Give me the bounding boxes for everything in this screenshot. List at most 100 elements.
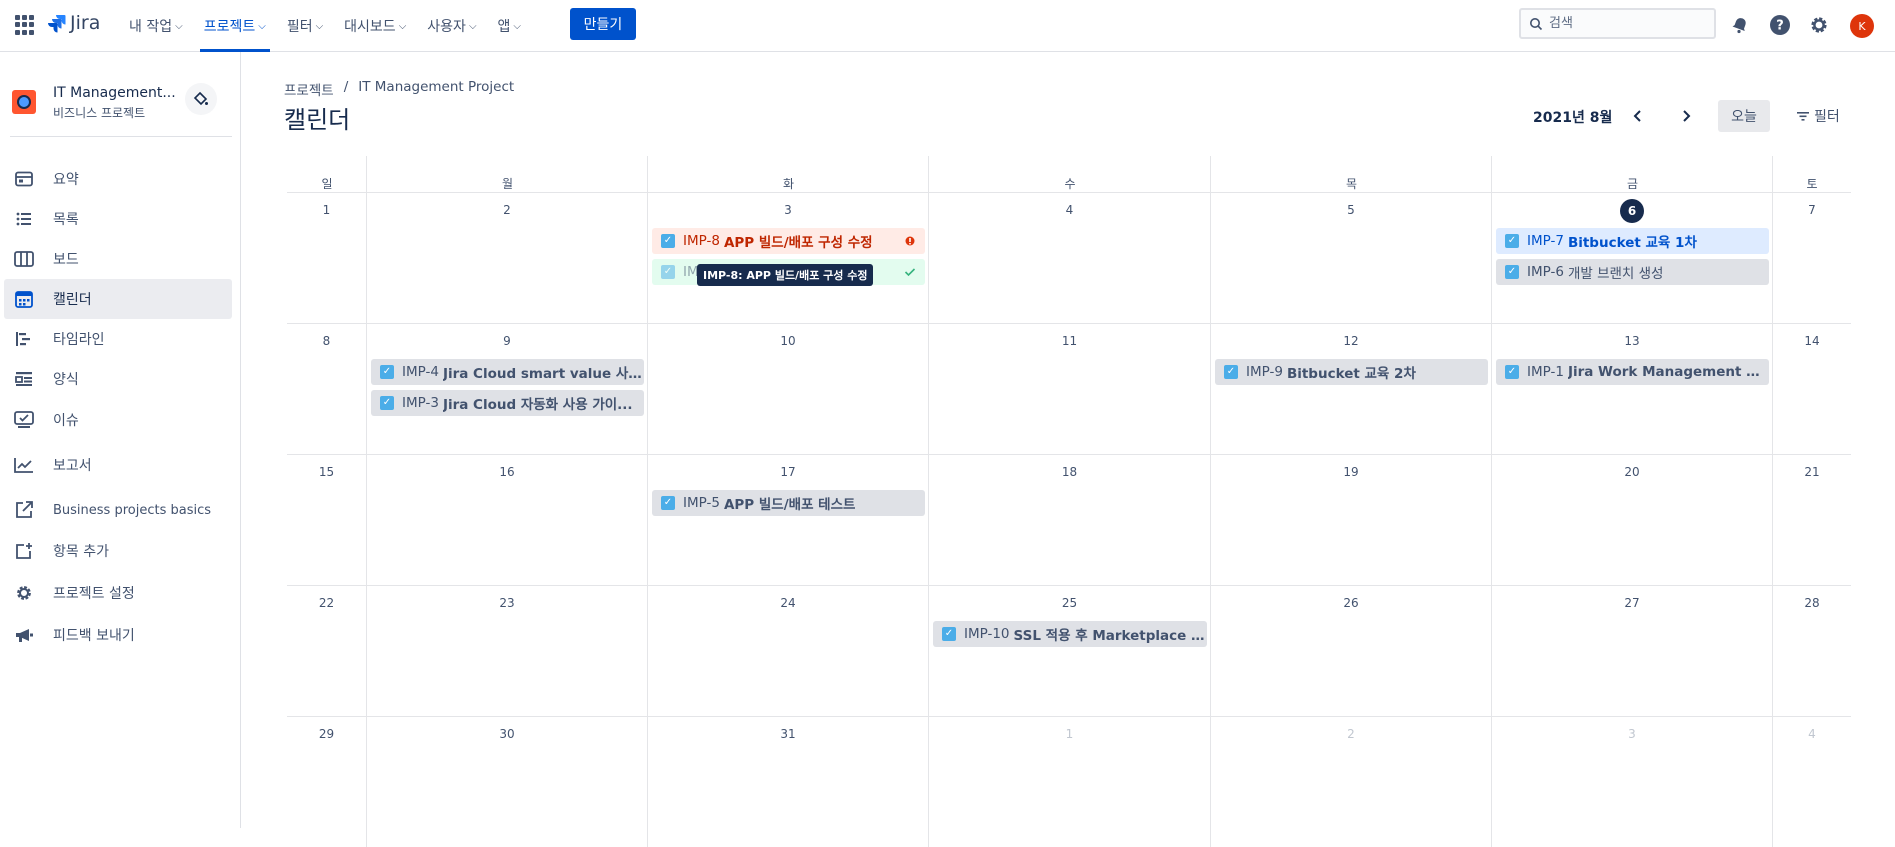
- day-cell[interactable]: 18: [929, 454, 1211, 585]
- chevron-left-icon: [1633, 110, 1641, 122]
- day-cell[interactable]: 4: [929, 192, 1211, 323]
- settings-icon[interactable]: [1807, 13, 1831, 37]
- paint-bucket-icon[interactable]: [185, 83, 217, 115]
- nav-my-work[interactable]: 내 작업 ⌵: [128, 0, 184, 52]
- nav-people[interactable]: 사용자 ⌵: [426, 0, 477, 52]
- day-number: 24: [780, 596, 796, 610]
- calendar-event[interactable]: ✓ IMP-10 SSL 적용 후 Marketplace 접...: [933, 621, 1207, 647]
- sidebar-item-board[interactable]: 보드: [4, 239, 232, 279]
- day-cell[interactable]: 6: [1492, 192, 1773, 323]
- day-number: 28: [1804, 596, 1820, 610]
- previous-month-button[interactable]: [1623, 102, 1653, 130]
- day-cell[interactable]: 19: [1211, 454, 1492, 585]
- nav-projects[interactable]: 프로젝트 ⌵: [199, 0, 270, 52]
- day-cell[interactable]: 30: [367, 716, 648, 847]
- sidebar-item-business-basics[interactable]: Business projects basics: [4, 490, 232, 530]
- day-cell[interactable]: 28: [1773, 585, 1851, 716]
- project-name: IT Management...: [53, 85, 176, 101]
- day-cell[interactable]: 1: [929, 716, 1211, 847]
- notification-icon[interactable]: [1728, 13, 1752, 37]
- weekday-header-cell: [648, 156, 929, 192]
- day-cell[interactable]: 16: [367, 454, 648, 585]
- issue-summary: Jira Cloud 자동화 사용 가이...: [442, 397, 633, 413]
- nav-apps[interactable]: 앱 ⌵: [497, 0, 522, 52]
- nav-dashboards[interactable]: 대시보드 ⌵: [343, 0, 407, 52]
- day-cell[interactable]: 17: [648, 454, 929, 585]
- day-cell[interactable]: 11: [929, 323, 1211, 454]
- calendar-event[interactable]: ✓ IMP-4 Jira Cloud smart value 사용 ...: [371, 359, 644, 385]
- today-button[interactable]: 오늘: [1718, 100, 1770, 132]
- sidebar-item-issues[interactable]: 이슈: [4, 400, 232, 440]
- sidebar-item-reports[interactable]: 보고서: [4, 445, 232, 485]
- day-cell[interactable]: 4: [1773, 716, 1851, 847]
- day-cell[interactable]: 1: [287, 192, 367, 323]
- issue-key: IMP-9: [1246, 364, 1283, 380]
- day-cell[interactable]: 27: [1492, 585, 1773, 716]
- day-cell[interactable]: 23: [367, 585, 648, 716]
- day-cell[interactable]: 12: [1211, 323, 1492, 454]
- day-number: 22: [318, 596, 335, 610]
- weekday-header-cell: [1492, 156, 1773, 192]
- day-cell[interactable]: 24: [648, 585, 929, 716]
- calendar-event[interactable]: ✓ IMP-8 APP 빌드/배포 구성 수정: [652, 228, 925, 254]
- day-cell[interactable]: 15: [287, 454, 367, 585]
- calendar-event[interactable]: ✓ IMP-1Jira Work Management Clou...: [1496, 359, 1769, 385]
- reports-icon: [14, 456, 34, 474]
- day-cell[interactable]: 21: [1773, 454, 1851, 585]
- issue-key: IMP-4: [402, 364, 439, 380]
- sidebar-item-calendar[interactable]: 캘린더: [4, 279, 232, 319]
- day-number: 9: [503, 334, 511, 348]
- jira-logo[interactable]: Jira: [46, 12, 100, 34]
- create-button[interactable]: 만들기: [570, 8, 636, 40]
- day-cell[interactable]: 5: [1211, 192, 1492, 323]
- weekday-header-cell: [1211, 156, 1492, 192]
- filter-icon: [1797, 112, 1809, 121]
- day-cell[interactable]: 3: [1492, 716, 1773, 847]
- sidebar-item-project-settings[interactable]: 프로젝트 설정: [4, 573, 232, 613]
- day-number: 16: [499, 465, 515, 479]
- calendar-event[interactable]: ✓ IMP-5 APP 빌드/배포 테스트: [652, 490, 925, 516]
- sidebar-item-list[interactable]: 목록: [4, 199, 232, 239]
- next-month-button[interactable]: [1671, 102, 1701, 130]
- app-switcher-icon[interactable]: [15, 15, 35, 35]
- calendar-event[interactable]: ✓ IMP-7 Bitbucket 교육 1차: [1496, 228, 1769, 254]
- day-cell[interactable]: 2: [1211, 716, 1492, 847]
- day-cell[interactable]: 31: [648, 716, 929, 847]
- calendar-event[interactable]: ✓ IMP-9 Bitbucket 교육 2차: [1215, 359, 1488, 385]
- nav-filters[interactable]: 필터 ⌵: [286, 0, 324, 52]
- day-cell[interactable]: 8: [287, 323, 367, 454]
- search-box[interactable]: [1519, 8, 1716, 39]
- sidebar-divider: [10, 136, 232, 137]
- project-header[interactable]: IT Management... 비즈니스 프로젝트: [12, 82, 232, 124]
- day-cell[interactable]: 22: [287, 585, 367, 716]
- project-type: 비즈니스 프로젝트: [53, 106, 146, 120]
- day-cell[interactable]: 10: [648, 323, 929, 454]
- day-cell[interactable]: 3: [648, 192, 929, 323]
- day-cell[interactable]: 14: [1773, 323, 1851, 454]
- day-cell[interactable]: 20: [1492, 454, 1773, 585]
- day-cell[interactable]: 9: [367, 323, 648, 454]
- calendar-event[interactable]: ✓ IMP-6 개발 브랜치 생성: [1496, 259, 1769, 285]
- issue-summary: SSL 적용 후 Marketplace 접...: [1013, 628, 1207, 644]
- help-icon[interactable]: ?: [1768, 13, 1792, 37]
- sidebar-item-forms[interactable]: 양식: [4, 359, 232, 399]
- filter-button[interactable]: 필터: [1796, 100, 1840, 132]
- breadcrumb-project[interactable]: IT Management Project: [358, 79, 514, 99]
- day-cell[interactable]: 7: [1773, 192, 1851, 323]
- sidebar-item-timeline[interactable]: 타임라인: [4, 319, 232, 359]
- search-input[interactable]: [1549, 16, 1699, 31]
- breadcrumb-projects[interactable]: 프로젝트: [284, 79, 334, 99]
- day-cell[interactable]: 13: [1492, 323, 1773, 454]
- user-avatar[interactable]: K: [1850, 14, 1874, 38]
- sidebar-item-summary[interactable]: 요약: [4, 159, 232, 199]
- day-cell[interactable]: 29: [287, 716, 367, 847]
- sidebar-item-add-item[interactable]: 항목 추가: [4, 531, 232, 571]
- day-cell[interactable]: 26: [1211, 585, 1492, 716]
- calendar-event[interactable]: ✓ IMP-3 Jira Cloud 자동화 사용 가이...: [371, 390, 644, 416]
- list-icon: [14, 210, 34, 228]
- day-cell[interactable]: 2: [367, 192, 648, 323]
- settings-icon: [14, 584, 34, 602]
- sidebar-item-feedback[interactable]: 피드백 보내기: [4, 615, 232, 655]
- day-cell[interactable]: 25: [929, 585, 1211, 716]
- day-number: 7: [1808, 203, 1816, 217]
